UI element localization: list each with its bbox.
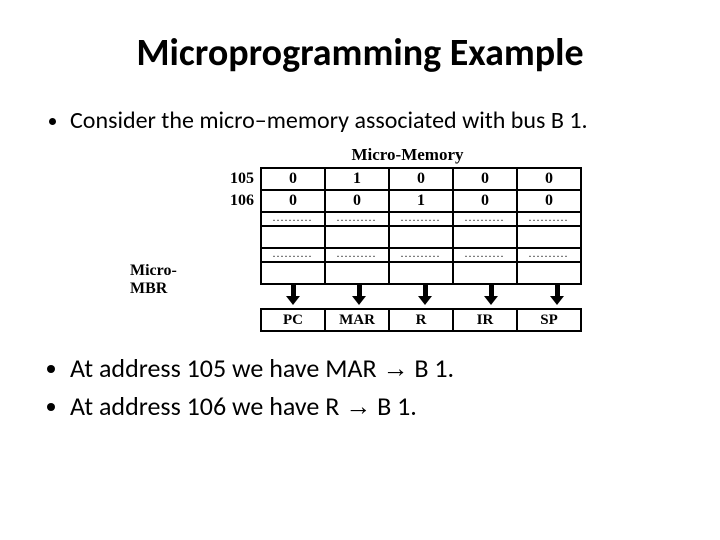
conclusion-list: At address 105 we have MAR → B 1. At add… [50, 352, 680, 422]
cell: 0 [389, 168, 453, 190]
cell: 0 [261, 168, 325, 190]
cell: 0 [453, 168, 517, 190]
address-column: 105 106 [204, 168, 254, 212]
slide: Microprogramming Example Consider the mi… [0, 0, 720, 448]
text: At address 106 we have R [70, 390, 345, 422]
arrow-down-icon [352, 285, 366, 303]
micro-mbr-label: Micro-MBR [130, 167, 204, 298]
conclusion-bullet-2: At address 106 we have R → B 1. [70, 390, 680, 422]
slide-title: Microprogramming Example [40, 30, 680, 76]
conclusion-bullet-1: At address 105 we have MAR → B 1. [70, 352, 680, 384]
cell [517, 226, 581, 248]
micro-memory-diagram: Micro-Memory Micro-MBR 105 106 0 1 0 0 [130, 145, 590, 332]
intro-bullet: Consider the micro–memory associated wit… [70, 106, 680, 135]
col-label-sp: SP [517, 309, 581, 331]
dots: .......... [325, 248, 389, 262]
table-row: 0 0 1 0 0 [261, 190, 581, 212]
grid-with-addrs: 105 106 0 1 0 0 0 0 0 [204, 167, 590, 332]
cell [261, 262, 325, 284]
col-label-ir: IR [453, 309, 517, 331]
dots: .......... [325, 212, 389, 226]
cell [453, 262, 517, 284]
cell [325, 262, 389, 284]
dots: .......... [453, 248, 517, 262]
implies-icon: → [345, 392, 371, 421]
cell [389, 262, 453, 284]
addr-106: 106 [204, 190, 254, 212]
micro-memory-table: 0 1 0 0 0 0 0 1 0 0 [260, 167, 582, 285]
implies-icon: → [382, 354, 408, 383]
dots: .......... [389, 248, 453, 262]
cell [517, 262, 581, 284]
table-row: 0 1 0 0 0 [261, 168, 581, 190]
dots: .......... [517, 248, 581, 262]
dots: .......... [453, 212, 517, 226]
intro-list: Consider the micro–memory associated wit… [50, 106, 680, 135]
micro-memory-label: Micro-Memory [225, 145, 590, 165]
diagram-body: Micro-MBR 105 106 0 1 0 0 0 [130, 167, 590, 332]
cell: 0 [517, 190, 581, 212]
text: B 1. [371, 390, 417, 422]
cell [261, 226, 325, 248]
table-row: .......... .......... .......... .......… [261, 248, 581, 262]
cell: 0 [325, 190, 389, 212]
arrows-row [260, 285, 590, 308]
cell [325, 226, 389, 248]
col-label-mar: MAR [325, 309, 389, 331]
column-labels: PC MAR R IR SP [260, 308, 582, 332]
col-label-pc: PC [261, 309, 325, 331]
arrow-down-icon [550, 285, 564, 303]
table-row [261, 262, 581, 284]
arrow-down-icon [418, 285, 432, 303]
dots: .......... [261, 212, 325, 226]
cell: 0 [453, 190, 517, 212]
text: At address 105 we have MAR [70, 352, 382, 384]
table-row: .......... .......... .......... .......… [261, 212, 581, 226]
cell: 1 [389, 190, 453, 212]
addr-105: 105 [204, 168, 254, 190]
table-row [261, 226, 581, 248]
arrow-down-icon [484, 285, 498, 303]
dots: .......... [261, 248, 325, 262]
col-label-r: R [389, 309, 453, 331]
dots: .......... [389, 212, 453, 226]
cell [389, 226, 453, 248]
arrow-down-icon [286, 285, 300, 303]
text: B 1. [408, 352, 454, 384]
cell: 0 [517, 168, 581, 190]
cell: 1 [325, 168, 389, 190]
cell [453, 226, 517, 248]
cell: 0 [261, 190, 325, 212]
dots: .......... [517, 212, 581, 226]
